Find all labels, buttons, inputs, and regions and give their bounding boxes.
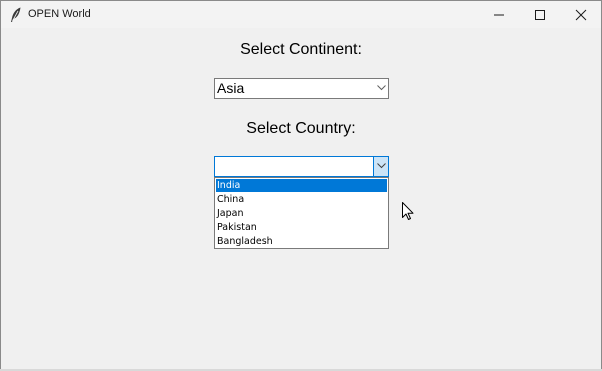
maximize-icon	[535, 10, 545, 20]
dropdown-option-pakistan[interactable]: Pakistan	[216, 221, 387, 234]
window-title: OPEN World	[28, 8, 91, 20]
maximize-button[interactable]	[520, 1, 560, 28]
continent-label: Select Continent:	[240, 41, 362, 58]
title-bar[interactable]: OPEN World	[1, 1, 601, 28]
continent-combobox[interactable]: Asia	[214, 78, 389, 99]
dropdown-option-japan[interactable]: Japan	[216, 207, 387, 220]
mouse-cursor-icon	[402, 202, 414, 220]
country-label: Select Country:	[246, 120, 356, 137]
close-button[interactable]	[561, 1, 601, 28]
chevron-down-icon[interactable]	[377, 85, 386, 91]
country-combobox[interactable]	[214, 156, 389, 177]
feather-icon	[11, 7, 21, 22]
country-dropdown-button[interactable]	[373, 157, 388, 176]
dropdown-option-india[interactable]: India	[216, 179, 387, 192]
continent-selected-value: Asia	[217, 80, 245, 96]
dropdown-option-bangladesh[interactable]: Bangladesh	[216, 235, 387, 248]
app-window: OPEN World Select Continent: Asia Select…	[0, 0, 602, 371]
dropdown-option-china[interactable]: China	[216, 193, 387, 206]
chevron-down-icon	[377, 163, 386, 169]
close-icon	[575, 9, 587, 21]
country-dropdown-list[interactable]: India China Japan Pakistan Bangladesh	[214, 177, 389, 249]
minimize-icon	[494, 14, 504, 16]
minimize-button[interactable]	[479, 1, 519, 28]
